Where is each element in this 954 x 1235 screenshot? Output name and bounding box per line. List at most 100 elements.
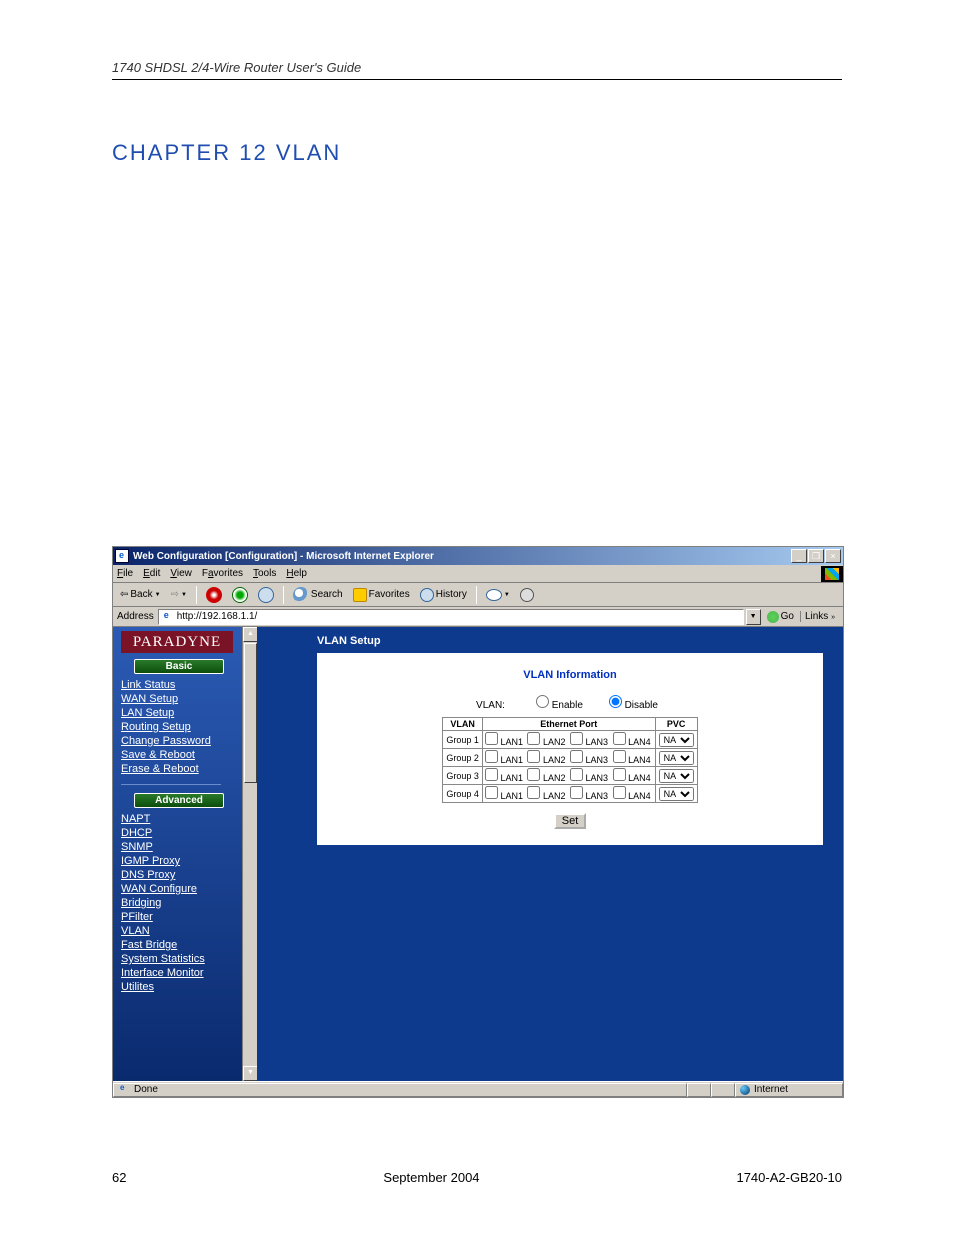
history-button[interactable]: History xyxy=(417,587,470,603)
lan2-checkbox[interactable]: LAN2 xyxy=(527,737,565,747)
col-vlan: VLAN xyxy=(443,718,483,731)
lan4-checkbox[interactable]: LAN4 xyxy=(613,755,651,765)
address-url: http://192.168.1.1/ xyxy=(177,611,258,622)
address-field[interactable]: http://192.168.1.1/ xyxy=(158,609,744,625)
pvc-select[interactable]: NA xyxy=(659,769,694,783)
lan3-checkbox[interactable]: LAN3 xyxy=(570,755,608,765)
scroll-thumb[interactable] xyxy=(244,643,257,783)
group-cell: Group 1 xyxy=(443,731,483,749)
nav-vlan[interactable]: VLAN xyxy=(121,924,237,938)
nav-save-reboot[interactable]: Save & Reboot xyxy=(121,748,237,762)
favorites-icon xyxy=(353,588,367,602)
restore-button[interactable]: ❐ xyxy=(808,549,824,563)
nav-link-status[interactable]: Link Status xyxy=(121,678,237,692)
nav-snmp[interactable]: SNMP xyxy=(121,840,237,854)
lan2-checkbox[interactable]: LAN2 xyxy=(527,773,565,783)
nav-header-basic: Basic xyxy=(134,659,224,674)
lan3-checkbox[interactable]: LAN3 xyxy=(570,773,608,783)
ie-icon xyxy=(115,549,129,563)
lan4-checkbox[interactable]: LAN4 xyxy=(613,791,651,801)
nav-interface-monitor[interactable]: Interface Monitor xyxy=(121,966,237,980)
lan2-checkbox[interactable]: LAN2 xyxy=(527,791,565,801)
lan1-checkbox[interactable]: LAN1 xyxy=(485,755,523,765)
menu-bar: File Edit View Favorites Tools Help xyxy=(113,565,843,583)
window-title: Web Configuration [Configuration] - Micr… xyxy=(133,551,791,562)
nav-dns-proxy[interactable]: DNS Proxy xyxy=(121,868,237,882)
search-button[interactable]: Search xyxy=(290,586,346,604)
group-cell: Group 2 xyxy=(443,749,483,767)
footer-date: September 2004 xyxy=(383,1170,479,1185)
back-button[interactable]: ⇦Back▼ xyxy=(117,588,164,601)
go-button[interactable]: Go xyxy=(763,611,798,623)
minimize-button[interactable]: _ xyxy=(791,549,807,563)
nav-bridging[interactable]: Bridging xyxy=(121,896,237,910)
lan3-checkbox[interactable]: LAN3 xyxy=(570,737,608,747)
status-internet-zone: Internet xyxy=(735,1083,843,1097)
lan3-checkbox[interactable]: LAN3 xyxy=(570,791,608,801)
mail-icon xyxy=(486,589,502,601)
nav-dhcp[interactable]: DHCP xyxy=(121,826,237,840)
lan1-checkbox[interactable]: LAN1 xyxy=(485,737,523,747)
vlan-disable-option[interactable]: Disable xyxy=(609,700,658,711)
pvc-select[interactable]: NA xyxy=(659,751,694,765)
mail-button[interactable]: ▼ xyxy=(483,588,513,602)
pvc-select[interactable]: NA xyxy=(659,733,694,747)
print-button[interactable] xyxy=(517,587,537,603)
window-titlebar: Web Configuration [Configuration] - Micr… xyxy=(113,547,843,565)
group-cell: Group 3 xyxy=(443,767,483,785)
chapter-title: CHAPTER 12 VLAN xyxy=(112,140,842,166)
nav-routing-setup[interactable]: Routing Setup xyxy=(121,720,237,734)
paradyne-logo: PARADYNE xyxy=(121,631,233,653)
stop-icon xyxy=(206,587,222,603)
vlan-enable-option[interactable]: Enable xyxy=(536,700,583,711)
scroll-up-button[interactable]: ▲ xyxy=(243,627,258,642)
sidebar-scrollbar[interactable]: ▲ ▼ xyxy=(242,627,257,1081)
close-button[interactable]: × xyxy=(825,549,841,563)
stop-button[interactable] xyxy=(203,586,225,604)
address-dropdown[interactable]: ▼ xyxy=(746,609,761,625)
nav-igmp-proxy[interactable]: IGMP Proxy xyxy=(121,854,237,868)
favorites-button[interactable]: Favorites xyxy=(350,587,413,603)
lan1-checkbox[interactable]: LAN1 xyxy=(485,791,523,801)
nav-erase-reboot[interactable]: Erase & Reboot xyxy=(121,762,237,776)
refresh-button[interactable] xyxy=(229,586,251,604)
menu-help[interactable]: Help xyxy=(286,568,307,579)
lan2-checkbox[interactable]: LAN2 xyxy=(527,755,565,765)
status-cell xyxy=(687,1083,711,1097)
status-cell xyxy=(711,1083,735,1097)
nav-pfilter[interactable]: PFilter xyxy=(121,910,237,924)
nav-wan-setup[interactable]: WAN Setup xyxy=(121,692,237,706)
set-button[interactable]: Set xyxy=(554,813,587,829)
footer-page-number: 62 xyxy=(112,1170,126,1185)
pvc-select[interactable]: NA xyxy=(659,787,694,801)
menu-tools[interactable]: Tools xyxy=(253,568,276,579)
lan4-checkbox[interactable]: LAN4 xyxy=(613,773,651,783)
screenshot-browser-window: Web Configuration [Configuration] - Micr… xyxy=(112,546,844,1098)
links-button[interactable]: Links » xyxy=(800,611,839,622)
lan4-checkbox[interactable]: LAN4 xyxy=(613,737,651,747)
nav-lan-setup[interactable]: LAN Setup xyxy=(121,706,237,720)
menu-edit[interactable]: Edit xyxy=(143,568,160,579)
menu-view[interactable]: View xyxy=(170,568,192,579)
nav-utilities[interactable]: Utilites xyxy=(121,980,237,994)
nav-fast-bridge[interactable]: Fast Bridge xyxy=(121,938,237,952)
lan1-checkbox[interactable]: LAN1 xyxy=(485,773,523,783)
scroll-down-button[interactable]: ▼ xyxy=(243,1066,258,1081)
nav-wan-configure[interactable]: WAN Configure xyxy=(121,882,237,896)
menu-file[interactable]: File xyxy=(117,568,133,579)
vlan-setup-title: VLAN Setup xyxy=(317,635,833,647)
nav-napt[interactable]: NAPT xyxy=(121,812,237,826)
address-label: Address xyxy=(117,611,154,622)
print-icon xyxy=(520,588,534,602)
menu-favorites[interactable]: Favorites xyxy=(202,568,243,579)
group-cell: Group 4 xyxy=(443,785,483,803)
go-icon xyxy=(767,611,779,623)
forward-button[interactable]: ⇨▼ xyxy=(168,588,190,601)
nav-change-password[interactable]: Change Password xyxy=(121,734,237,748)
vlan-info-title: VLAN Information xyxy=(333,669,807,681)
nav-system-statistics[interactable]: System Statistics xyxy=(121,952,237,966)
table-header-row: VLAN Ethernet Port PVC xyxy=(443,718,697,731)
table-row: Group 2 LAN1 LAN2 LAN3 LAN4 NA xyxy=(443,749,697,767)
nav-sidebar: PARADYNE Basic Link Status WAN Setup LAN… xyxy=(113,627,257,1081)
home-button[interactable] xyxy=(255,586,277,604)
